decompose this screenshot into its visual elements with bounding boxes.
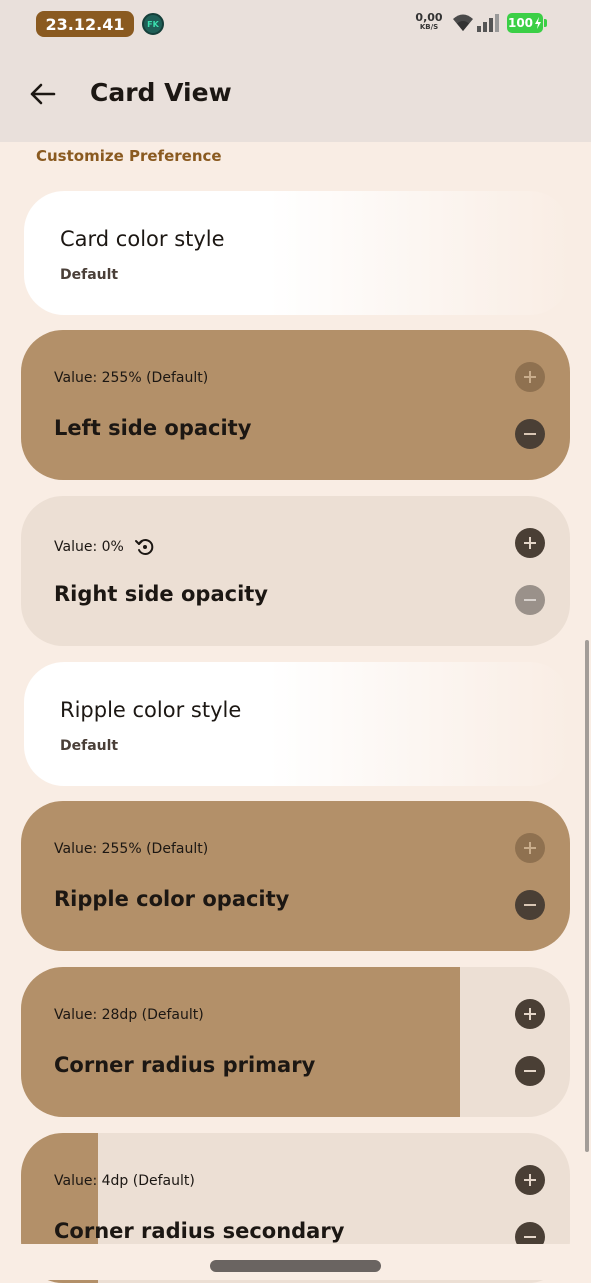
- slider-value-text: Value: 0%: [54, 539, 124, 555]
- slider-label: Right side opacity: [54, 582, 268, 606]
- card-color-style-option[interactable]: Card color style Default: [24, 191, 570, 315]
- page-title: Card View: [90, 78, 232, 107]
- slider-value: Value: 4dp (Default): [54, 1173, 195, 1189]
- gesture-nav-handle[interactable]: [210, 1260, 381, 1272]
- network-speed: 0,00 KB/S: [412, 12, 446, 32]
- plus-icon: [524, 1008, 536, 1020]
- back-button[interactable]: [22, 74, 62, 114]
- minus-icon: [524, 1236, 536, 1238]
- slider-value-text: Value: 4dp (Default): [54, 1173, 195, 1189]
- battery-level: 100: [507, 16, 534, 30]
- option-subtitle: Default: [60, 738, 119, 754]
- plus-icon: [524, 537, 536, 549]
- option-title: Ripple color style: [60, 698, 242, 722]
- arrow-left-icon: [30, 83, 56, 105]
- minus-icon: [524, 433, 536, 435]
- slider-fill: [21, 967, 461, 1117]
- scrollbar[interactable]: [585, 640, 589, 1152]
- slider-fill: [21, 801, 570, 951]
- slider-label: Corner radius primary: [54, 1053, 316, 1077]
- decrease-button[interactable]: [515, 585, 545, 615]
- status-bar: 23.12.41 FK 0,00 KB/S 100: [0, 0, 591, 46]
- increase-button[interactable]: [515, 999, 545, 1029]
- ripple-color-style-option[interactable]: Ripple color style Default: [24, 662, 570, 786]
- increase-button[interactable]: [515, 362, 545, 392]
- decrease-button[interactable]: [515, 419, 545, 449]
- minus-icon: [524, 904, 536, 906]
- section-header: Customize Preference: [36, 147, 222, 165]
- increase-button[interactable]: [515, 528, 545, 558]
- minus-icon: [524, 599, 536, 601]
- app-notification-icon: FK: [142, 13, 164, 35]
- slider-value: Value: 28dp (Default): [54, 1007, 204, 1023]
- slider-label: Left side opacity: [54, 416, 252, 440]
- option-subtitle: Default: [60, 267, 119, 283]
- app-bar: Card View: [0, 46, 591, 142]
- slider-value: Value: 255% (Default): [54, 841, 208, 857]
- decrease-button[interactable]: [515, 890, 545, 920]
- plus-icon: [524, 371, 536, 383]
- reset-icon[interactable]: [134, 536, 156, 558]
- plus-icon: [524, 842, 536, 854]
- left-side-opacity-slider[interactable]: Value: 255% (Default) Left side opacity: [21, 330, 570, 480]
- ripple-color-opacity-slider[interactable]: Value: 255% (Default) Ripple color opaci…: [21, 801, 570, 951]
- battery-tip: [544, 19, 547, 27]
- slider-label: Corner radius secondary: [54, 1219, 345, 1243]
- wifi-icon: [451, 13, 475, 37]
- slider-label: Ripple color opacity: [54, 887, 290, 911]
- decrease-button[interactable]: [515, 1056, 545, 1086]
- slider-value-text: Value: 255% (Default): [54, 370, 209, 386]
- signal-icon: [476, 13, 500, 37]
- corner-radius-primary-slider[interactable]: Value: 28dp (Default) Corner radius prim…: [21, 967, 570, 1117]
- slider-value-text: Value: 255% (Default): [54, 841, 209, 857]
- network-speed-unit: KB/S: [419, 23, 439, 31]
- increase-button[interactable]: [515, 1165, 545, 1195]
- minus-icon: [524, 1070, 536, 1072]
- plus-icon: [524, 1174, 536, 1186]
- slider-value: Value: 255% (Default): [54, 370, 208, 386]
- slider-value: Value: 0%: [54, 536, 156, 558]
- slider-value-text: Value: 28dp (Default): [54, 1007, 204, 1023]
- right-side-opacity-slider[interactable]: Value: 0% Right side opacity: [21, 496, 570, 646]
- increase-button[interactable]: [515, 833, 545, 863]
- slider-fill: [21, 330, 570, 480]
- clock-time: 23.12.41: [36, 11, 134, 37]
- option-title: Card color style: [60, 227, 225, 251]
- battery-charging-icon: 100: [507, 13, 543, 33]
